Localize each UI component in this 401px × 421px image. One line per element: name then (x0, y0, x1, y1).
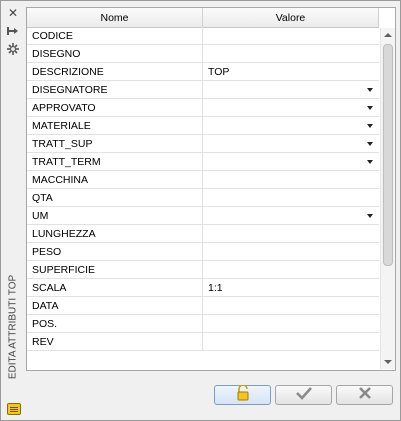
attribute-value-cell[interactable] (203, 207, 379, 225)
dropdown-arrow-icon[interactable] (367, 88, 373, 92)
table-row[interactable]: TRATT_TERM (27, 153, 379, 171)
attribute-value-cell[interactable] (203, 45, 379, 63)
grid-rows: CODICE DISEGNO DESCRIZIONE TOP DISEGNATORE AP… (27, 27, 379, 351)
table-row[interactable]: SUPERFICIE (27, 261, 379, 279)
table-row[interactable]: LUNGHEZZA (27, 225, 379, 243)
close-icon[interactable]: ✕ (6, 6, 20, 20)
attribute-value-cell[interactable] (203, 315, 379, 333)
scroll-thumb[interactable] (383, 44, 393, 266)
checkmark-icon (295, 386, 312, 404)
dropdown-arrow-icon[interactable] (367, 106, 373, 110)
dropdown-arrow-icon[interactable] (367, 124, 373, 128)
panel-title-text: EDITA ATTRIBUTI TOP (7, 274, 19, 380)
attribute-value-cell[interactable] (203, 261, 379, 279)
table-row[interactable]: UM (27, 207, 379, 225)
attribute-name-cell: PESO (27, 243, 203, 261)
attribute-name-cell: SUPERFICIE (27, 261, 203, 279)
attribute-value-text: TOP (208, 66, 230, 78)
column-header-name[interactable]: Nome (27, 8, 203, 27)
dropdown-arrow-icon[interactable] (367, 142, 373, 146)
table-row[interactable]: MACCHINA (27, 171, 379, 189)
table-row[interactable]: POS. (27, 315, 379, 333)
attribute-value-cell[interactable]: 1:1 (203, 279, 379, 297)
attribute-name-cell: TRATT_TERM (27, 153, 203, 171)
panel-sidebar: ✕ EDITA ATTRIBUTI TOP (2, 2, 24, 419)
lock-icon (236, 384, 250, 405)
list-icon[interactable] (7, 403, 21, 415)
attribute-name-cell: DATA (27, 297, 203, 315)
attribute-name-cell: DISEGNATORE (27, 81, 203, 99)
attribute-name-cell: SCALA (27, 279, 203, 297)
attribute-value-cell[interactable] (203, 297, 379, 315)
table-row[interactable]: REV (27, 333, 379, 351)
attribute-name-cell: LUNGHEZZA (27, 225, 203, 243)
dropdown-arrow-icon[interactable] (367, 160, 373, 164)
panel-title: EDITA ATTRIBUTI TOP (4, 257, 22, 397)
attribute-value-cell[interactable] (203, 225, 379, 243)
column-header-value[interactable]: Valore (203, 8, 379, 27)
attribute-value-cell[interactable] (203, 27, 379, 45)
attribute-name-cell: APPROVATO (27, 99, 203, 117)
scroll-up-icon[interactable] (384, 33, 392, 37)
table-row[interactable]: DISEGNO (27, 45, 379, 63)
table-row[interactable]: TRATT_SUP (27, 135, 379, 153)
attribute-name-cell: UM (27, 207, 203, 225)
attribute-value-cell[interactable] (203, 81, 379, 99)
attribute-value-cell[interactable] (203, 135, 379, 153)
scroll-down-icon[interactable] (384, 360, 392, 364)
table-row[interactable]: PESO (27, 243, 379, 261)
attribute-name-cell: MATERIALE (27, 117, 203, 135)
attribute-value-cell[interactable] (203, 153, 379, 171)
lock-button[interactable] (214, 384, 271, 405)
table-row[interactable]: APPROVATO (27, 99, 379, 117)
vertical-scrollbar[interactable] (380, 28, 395, 369)
attribute-name-cell: CODICE (27, 27, 203, 45)
attribute-editor-panel: ✕ EDITA ATTRIBUTI TOP Nome Valore CODICE… (0, 0, 401, 421)
settings-icon[interactable] (6, 42, 20, 56)
x-icon (358, 386, 372, 404)
pin-icon[interactable] (6, 24, 20, 38)
table-row[interactable]: CODICE (27, 27, 379, 45)
attribute-value-cell[interactable] (203, 171, 379, 189)
property-grid: Nome Valore CODICE DISEGNO DESCRIZIONE TOP D… (26, 7, 396, 371)
table-row[interactable]: DISEGNATORE (27, 81, 379, 99)
dropdown-arrow-icon[interactable] (367, 214, 373, 218)
attribute-name-cell: QTA (27, 189, 203, 207)
grid-header: Nome Valore (27, 8, 379, 28)
attribute-name-cell: MACCHINA (27, 171, 203, 189)
table-row[interactable]: SCALA 1:1 (27, 279, 379, 297)
attribute-value-cell[interactable]: TOP (203, 63, 379, 81)
attribute-name-cell: REV (27, 333, 203, 351)
table-row[interactable]: DATA (27, 297, 379, 315)
attribute-value-text: 1:1 (208, 282, 223, 294)
table-row[interactable]: QTA (27, 189, 379, 207)
attribute-value-cell[interactable] (203, 117, 379, 135)
cancel-button[interactable] (336, 385, 393, 405)
attribute-value-cell[interactable] (203, 333, 379, 351)
attribute-name-cell: TRATT_SUP (27, 135, 203, 153)
ok-button[interactable] (275, 385, 332, 405)
attribute-name-cell: POS. (27, 315, 203, 333)
attribute-name-cell: DISEGNO (27, 45, 203, 63)
table-row[interactable]: MATERIALE (27, 117, 379, 135)
attribute-value-cell[interactable] (203, 99, 379, 117)
table-row[interactable]: DESCRIZIONE TOP (27, 63, 379, 81)
attribute-value-cell[interactable] (203, 243, 379, 261)
attribute-name-cell: DESCRIZIONE (27, 63, 203, 81)
attribute-value-cell[interactable] (203, 189, 379, 207)
